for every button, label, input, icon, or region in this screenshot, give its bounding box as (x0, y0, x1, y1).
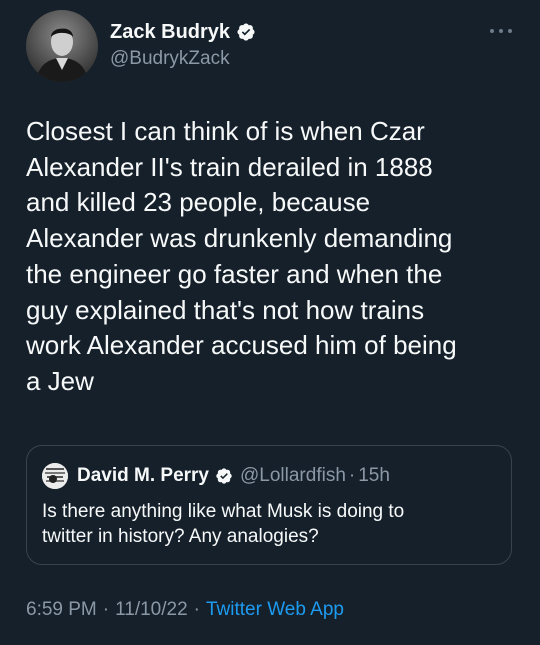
author-avatar[interactable] (26, 10, 98, 82)
more-options-icon (490, 29, 494, 33)
author-handle[interactable]: @BudrykZack (110, 48, 256, 70)
tweet-time[interactable]: 6:59 PM (26, 599, 97, 621)
quoted-timestamp: 15h (358, 465, 390, 486)
tweet-source-link[interactable]: Twitter Web App (206, 599, 344, 621)
more-options-icon (508, 29, 512, 33)
meta-separator: · (193, 599, 200, 620)
quoted-separator: · (348, 465, 356, 486)
quoted-author-avatar (42, 463, 68, 489)
quoted-author-handle: @Lollardfish (240, 465, 346, 486)
profile-photo-icon (26, 10, 98, 82)
quoted-tweet[interactable]: David M. Perry @Lollardfish · 15h Is the… (26, 445, 512, 565)
tweet-meta: 6:59 PM · 11/10/22 · Twitter Web App (26, 599, 344, 621)
tweet-date[interactable]: 11/10/22 (115, 599, 188, 621)
quoted-profile-photo-icon (42, 463, 68, 489)
more-options-button[interactable] (490, 24, 512, 38)
more-options-icon (499, 29, 503, 33)
author-name-row: Zack Budryk (110, 19, 256, 45)
quoted-verified-badge-icon (216, 468, 232, 484)
verified-badge-icon (237, 23, 255, 41)
author-info: Zack Budryk @BudrykZack (110, 19, 256, 70)
tweet-container: Zack Budryk @BudrykZack Closest I can th… (0, 0, 540, 645)
meta-separator: · (102, 599, 110, 620)
author-display-name[interactable]: Zack Budryk (110, 21, 230, 44)
quoted-tweet-text: Is there anything like what Musk is doin… (42, 501, 405, 547)
quoted-tweet-header: David M. Perry @Lollardfish · 15h (42, 461, 390, 491)
quoted-author-name: David M. Perry (77, 465, 209, 486)
tweet-text: Closest I can think of is when Czar Alex… (26, 116, 457, 396)
